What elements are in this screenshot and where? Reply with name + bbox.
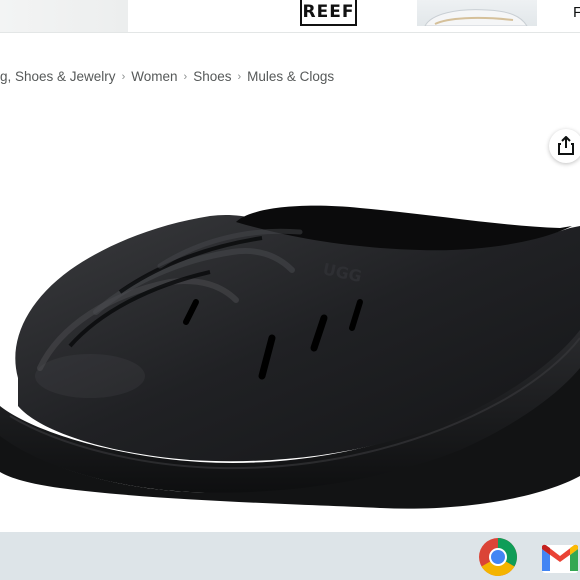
breadcrumb-item-category[interactable]: g, Shoes & Jewelry [0,69,116,84]
share-button[interactable] [549,129,580,163]
ad-left-panel [0,0,128,32]
ad-product-image[interactable] [417,0,537,26]
reef-brand-logo[interactable]: REEF [300,0,357,26]
breadcrumb-separator: › [183,71,188,83]
product-image-panel[interactable]: UGG [0,116,580,532]
breadcrumb-separator: › [237,71,242,83]
sponsored-ad-strip[interactable]: REEF F [0,0,580,33]
chrome-icon[interactable] [478,537,518,577]
breadcrumb: g, Shoes & Jewelry › Women › Shoes › Mules & C… [0,69,334,87]
ad-cut-text: F [573,4,580,21]
breadcrumb-item-shoes[interactable]: Shoes [193,69,231,84]
breadcrumb-item-women[interactable]: Women [131,69,177,84]
product-image[interactable]: UGG [0,116,580,532]
breadcrumb-separator: › [121,71,126,83]
share-icon [558,136,574,155]
breadcrumb-item-mules-clogs[interactable]: Mules & Clogs [247,69,334,84]
gmail-icon[interactable] [540,541,580,575]
